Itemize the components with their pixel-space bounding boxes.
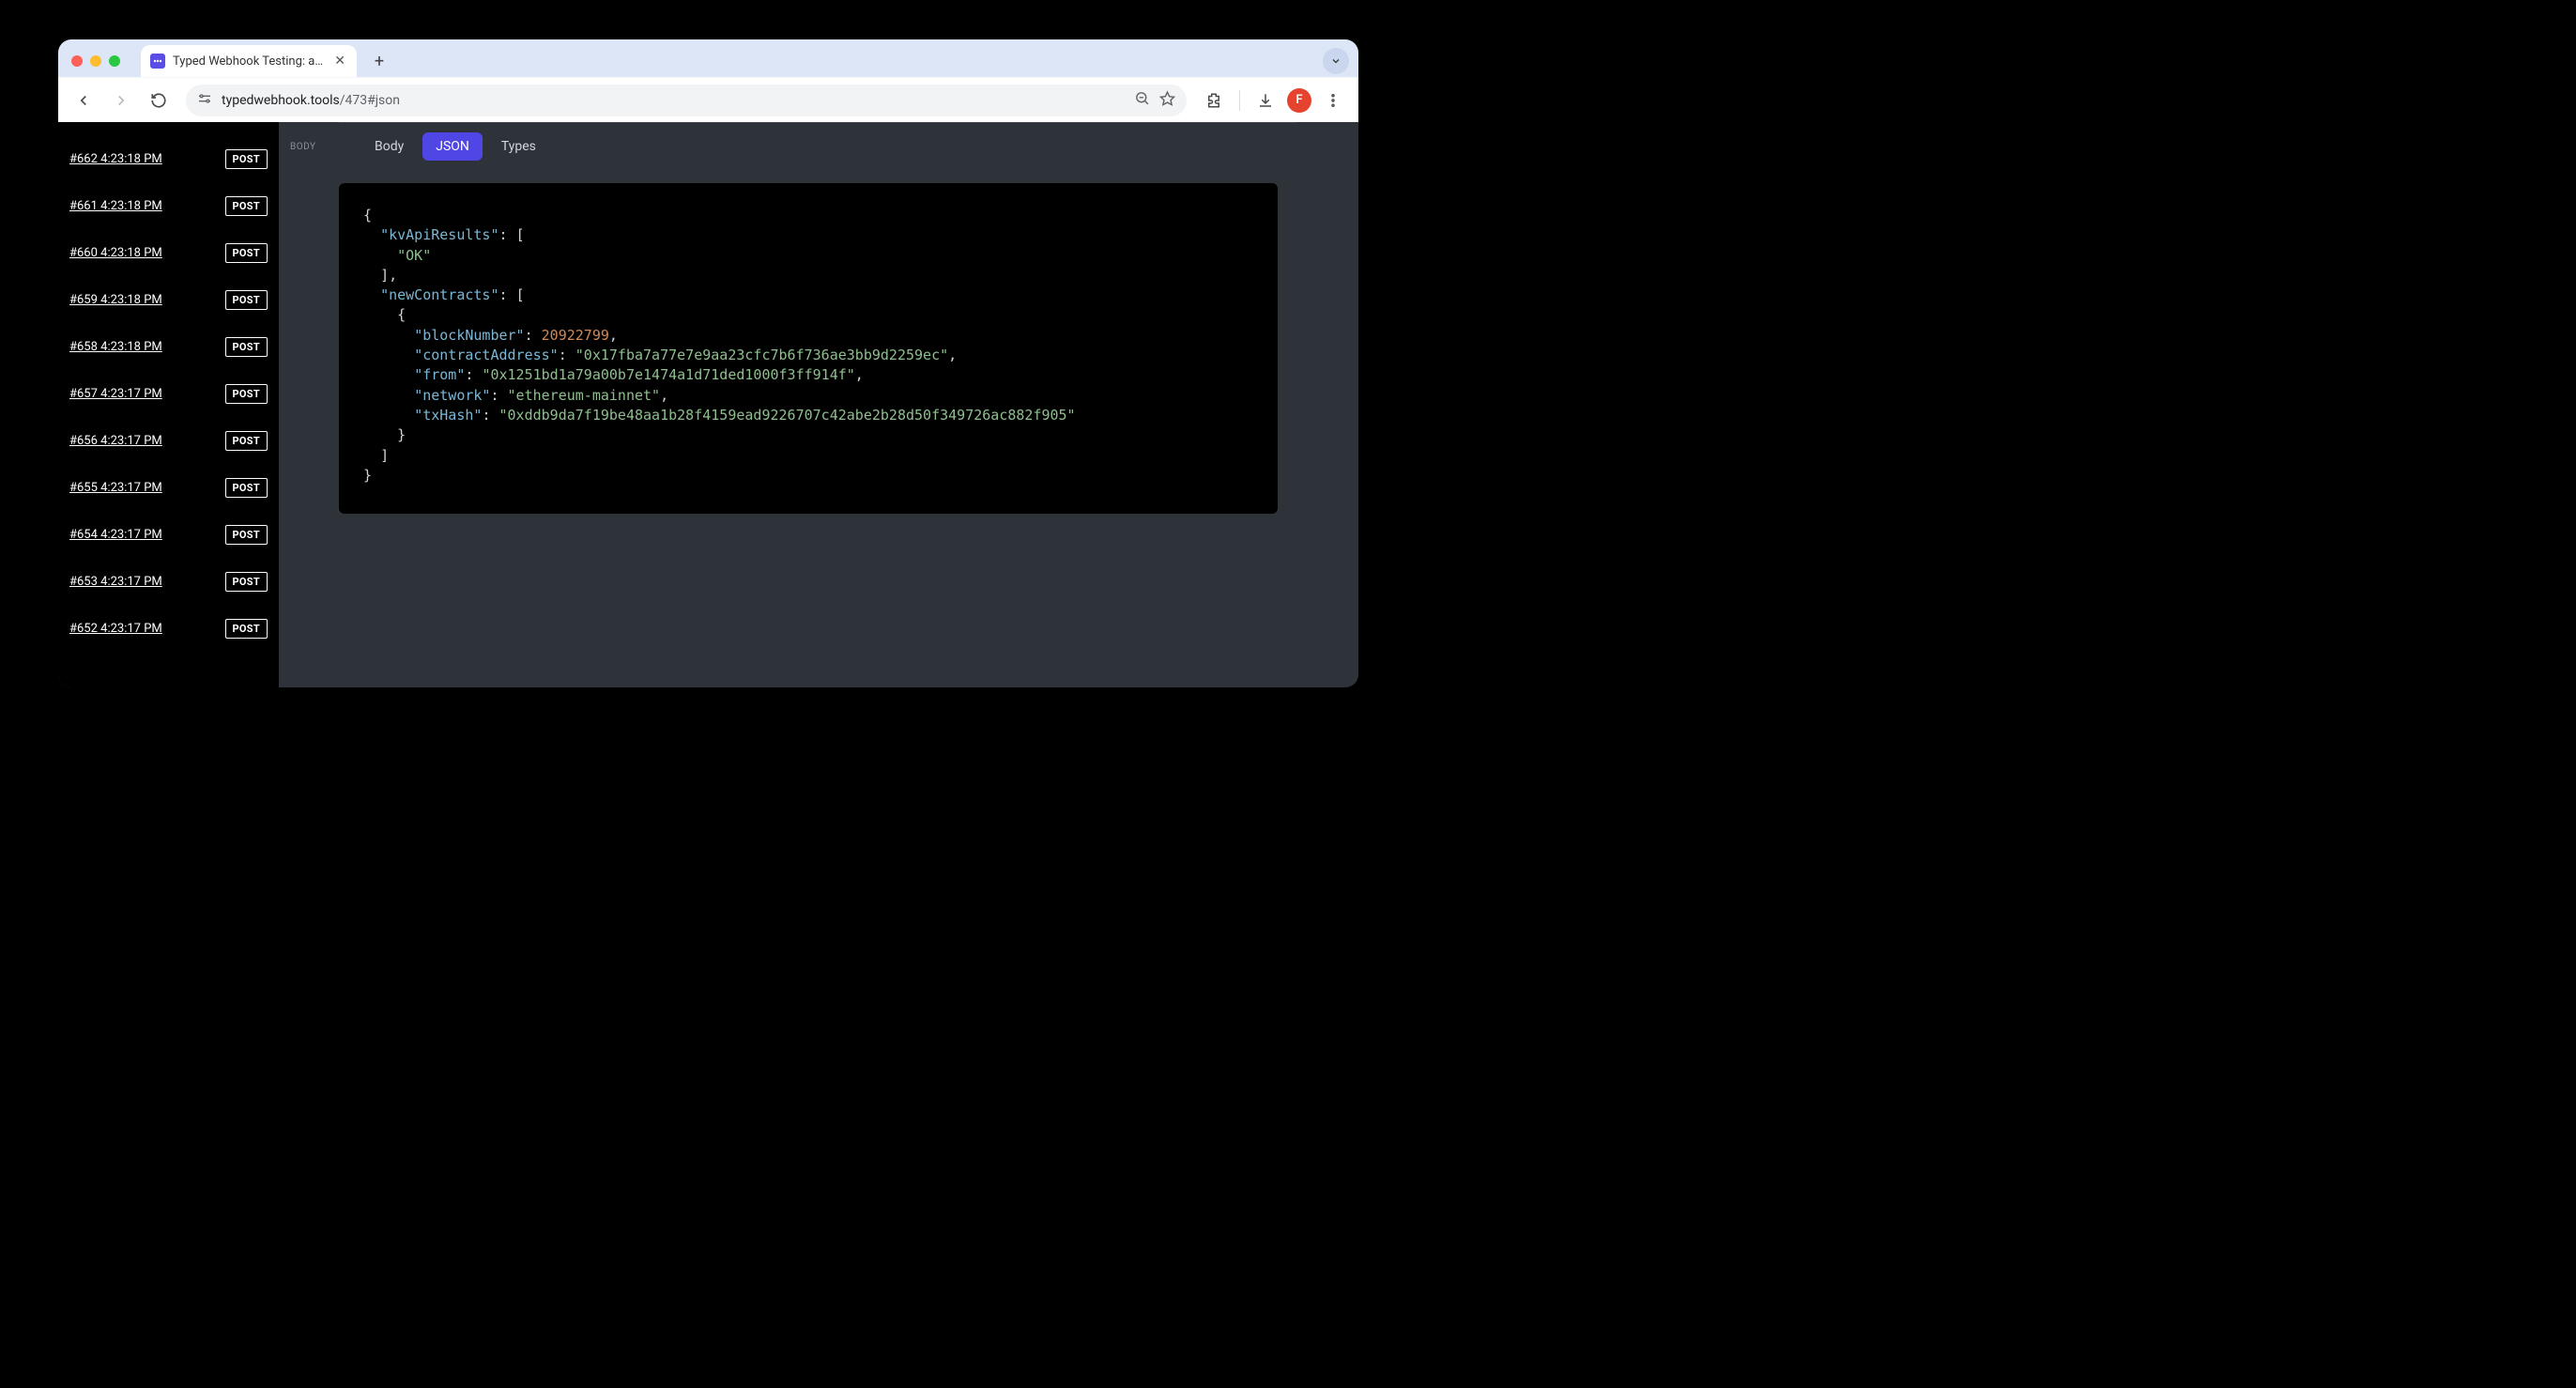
tab-types[interactable]: Types	[488, 132, 549, 161]
downloads-button[interactable]	[1250, 85, 1281, 116]
request-link[interactable]: #662 4:23:18 PM	[69, 152, 162, 166]
request-link[interactable]: #659 4:23:18 PM	[69, 293, 162, 307]
json-viewer[interactable]: { "kvApiResults": [ "OK" ], "newContract…	[339, 183, 1278, 514]
request-link[interactable]: #656 4:23:17 PM	[69, 434, 162, 448]
method-badge[interactable]: POST	[225, 478, 268, 498]
body-tabs: Body JSON Types	[361, 132, 549, 161]
site-settings-icon[interactable]	[197, 91, 212, 110]
request-link[interactable]: #661 4:23:18 PM	[69, 199, 162, 213]
request-link[interactable]: #655 4:23:17 PM	[69, 481, 162, 495]
method-badge[interactable]: POST	[225, 243, 268, 263]
browser-window: Typed Webhook Testing: a tool ✕ +	[58, 39, 1358, 687]
request-link[interactable]: #652 4:23:17 PM	[69, 622, 162, 636]
request-row[interactable]: #661 4:23:18 PM POST	[58, 182, 279, 229]
json-content: { "kvApiResults": [ "OK" ], "newContract…	[363, 206, 1253, 486]
url-path: /473#json	[340, 93, 400, 108]
request-link[interactable]: #657 4:23:17 PM	[69, 387, 162, 401]
main-panel: BODY Body JSON Types { "kvApiResults": […	[279, 122, 1358, 687]
request-link[interactable]: #654 4:23:17 PM	[69, 528, 162, 542]
extensions-button[interactable]	[1198, 85, 1230, 116]
url-host: typedwebhook.tools	[222, 93, 340, 108]
method-badge[interactable]: POST	[225, 290, 268, 310]
method-badge[interactable]: POST	[225, 149, 268, 169]
browser-tab[interactable]: Typed Webhook Testing: a tool ✕	[141, 45, 357, 77]
request-row[interactable]: #655 4:23:17 PM POST	[58, 464, 279, 511]
request-link[interactable]: #660 4:23:18 PM	[69, 246, 162, 260]
forward-button[interactable]	[105, 85, 137, 116]
method-badge[interactable]: POST	[225, 572, 268, 592]
section-label: BODY	[290, 142, 343, 152]
body-section-header: BODY Body JSON Types	[286, 123, 1349, 170]
tab-strip: Typed Webhook Testing: a tool ✕ +	[58, 39, 1358, 77]
tab-overflow-button[interactable]	[1323, 48, 1349, 74]
bookmark-icon[interactable]	[1159, 90, 1175, 110]
request-row[interactable]: #657 4:23:17 PM POST	[58, 370, 279, 417]
method-badge[interactable]: POST	[225, 619, 268, 639]
toolbar-divider	[1239, 90, 1240, 111]
method-badge[interactable]: POST	[225, 384, 268, 404]
reload-button[interactable]	[143, 85, 175, 116]
url-text: typedwebhook.tools/473#json	[222, 93, 400, 108]
maximize-window-button[interactable]	[109, 55, 120, 67]
request-row[interactable]: #656 4:23:17 PM POST	[58, 417, 279, 464]
avatar-initial: F	[1296, 93, 1302, 107]
address-bar[interactable]: typedwebhook.tools/473#json	[186, 85, 1187, 116]
browser-toolbar: typedwebhook.tools/473#json F	[58, 77, 1358, 122]
method-badge[interactable]: POST	[225, 525, 268, 545]
overflow-menu-button[interactable]	[1317, 85, 1349, 116]
tab-json[interactable]: JSON	[422, 132, 483, 161]
request-link[interactable]: #653 4:23:17 PM	[69, 575, 162, 589]
close-tab-icon[interactable]: ✕	[332, 53, 347, 69]
tab-title: Typed Webhook Testing: a tool	[173, 54, 325, 69]
request-row[interactable]: #654 4:23:17 PM POST	[58, 511, 279, 558]
request-row[interactable]: #660 4:23:18 PM POST	[58, 229, 279, 276]
method-badge[interactable]: POST	[225, 431, 268, 451]
browser-chrome: Typed Webhook Testing: a tool ✕ +	[58, 39, 1358, 122]
request-row[interactable]: #662 4:23:18 PM POST	[58, 135, 279, 182]
favicon-icon	[150, 54, 165, 69]
tab-body[interactable]: Body	[361, 132, 417, 161]
request-row[interactable]: #653 4:23:17 PM POST	[58, 558, 279, 605]
method-badge[interactable]: POST	[225, 196, 268, 216]
request-list-sidebar[interactable]: #662 4:23:18 PMPOST#661 4:23:18 PMPOST#6…	[58, 122, 279, 687]
method-badge[interactable]: POST	[225, 337, 268, 357]
request-row[interactable]: #659 4:23:18 PM POST	[58, 276, 279, 323]
request-link[interactable]: #658 4:23:18 PM	[69, 340, 162, 354]
minimize-window-button[interactable]	[90, 55, 101, 67]
window-controls	[71, 55, 120, 67]
new-tab-button[interactable]: +	[366, 48, 392, 74]
zoom-icon[interactable]	[1134, 90, 1150, 110]
close-window-button[interactable]	[71, 55, 83, 67]
request-row[interactable]: #652 4:23:17 PM POST	[58, 605, 279, 652]
request-row[interactable]: #658 4:23:18 PM POST	[58, 323, 279, 370]
app-body: #662 4:23:18 PMPOST#661 4:23:18 PMPOST#6…	[58, 122, 1358, 687]
back-button[interactable]	[68, 85, 100, 116]
profile-avatar[interactable]: F	[1287, 88, 1311, 113]
